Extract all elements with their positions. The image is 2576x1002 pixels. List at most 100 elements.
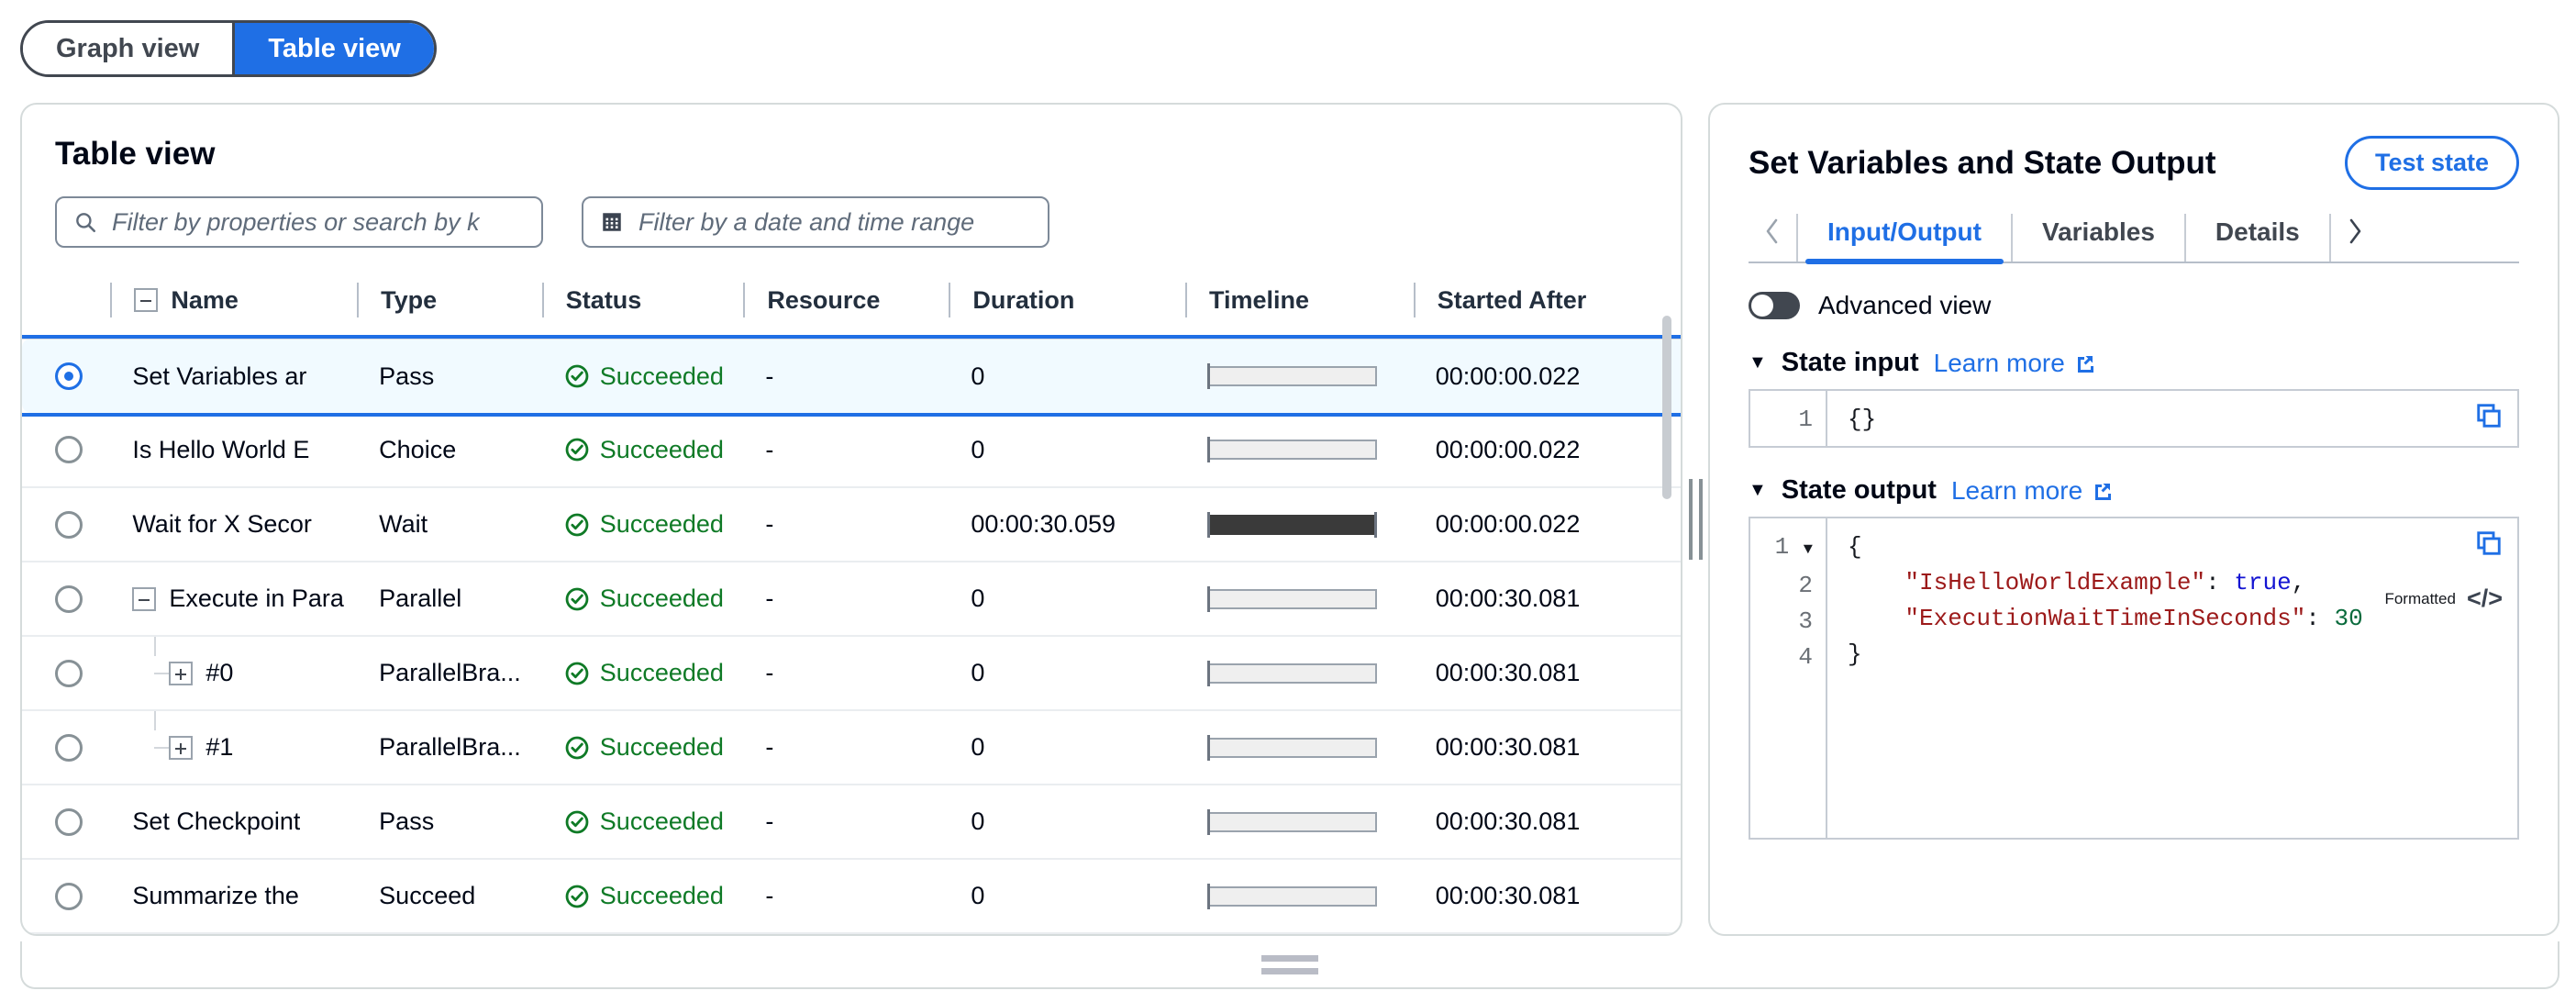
state-output-caret-icon[interactable]: ▼ xyxy=(1749,480,1767,501)
timeline-bar xyxy=(1207,660,1378,686)
status-label: Succeeded xyxy=(599,510,724,538)
row-name-cell: Wait for X Secor xyxy=(110,487,358,562)
tab-details[interactable]: Details xyxy=(2183,214,2331,262)
success-check-icon xyxy=(565,810,589,833)
copy-state-output-button[interactable] xyxy=(2475,529,2503,562)
date-range-filter[interactable]: Filter by a date and time range xyxy=(582,196,1049,248)
column-header-resource[interactable]: Resource xyxy=(743,273,949,340)
state-input-learn-more-link[interactable]: Learn more xyxy=(1934,349,2095,378)
panel-resize-handle[interactable] xyxy=(1682,103,1708,936)
row-select-cell[interactable] xyxy=(22,339,111,413)
column-header-duration[interactable]: Duration xyxy=(949,273,1186,340)
row-type-cell: Pass xyxy=(357,339,542,413)
column-label-resource: Resource xyxy=(767,285,881,314)
table-view-button[interactable]: Table view xyxy=(235,23,434,74)
state-output-learn-more-link[interactable]: Learn more xyxy=(1951,476,2113,506)
table-row[interactable]: Is Hello World E Choice Succeeded -0 00:00:0… xyxy=(22,413,1681,488)
tab-variables[interactable]: Variables xyxy=(2010,214,2184,262)
learn-more-label: Learn more xyxy=(1950,475,2083,505)
row-name-cell: Set Variables ar xyxy=(110,339,358,413)
tree-line xyxy=(154,636,157,656)
row-collapse-icon[interactable] xyxy=(132,586,157,611)
advanced-view-toggle[interactable] xyxy=(1749,292,1800,319)
row-radio-button[interactable] xyxy=(55,733,83,762)
filters-row: Filter by properties or search by k Filt… xyxy=(22,173,1681,248)
view-mode-toggle[interactable]: Graph view Table view xyxy=(20,20,437,77)
row-duration-cell: 0 xyxy=(949,859,1186,934)
state-input-code-box[interactable]: 1 {} xyxy=(1749,389,2519,448)
tabs-scroll-left-button[interactable] xyxy=(1749,214,1796,262)
row-name: #1 xyxy=(205,733,234,761)
row-radio-button[interactable] xyxy=(55,362,83,390)
test-state-button[interactable]: Test state xyxy=(2344,136,2519,190)
success-check-icon xyxy=(565,662,589,685)
row-resource-cell: - xyxy=(743,339,949,413)
row-radio-button[interactable] xyxy=(55,807,83,836)
state-output-code-box[interactable]: 1 ▼ 2 3 4 { "IsHelloWorldExample": true, "E… xyxy=(1749,517,2519,840)
row-timeline-cell xyxy=(1185,413,1414,488)
code-format-icon[interactable]: </> xyxy=(2467,584,2503,613)
execution-events-table: Name Type Status Resource Duration Timel… xyxy=(22,273,1681,934)
bottom-resize-grip-icon xyxy=(1261,954,1318,974)
tabs-scroll-right-button[interactable] xyxy=(2331,214,2379,262)
table-row[interactable]: Wait for X Secor Wait Succeeded -00:00:30.0… xyxy=(22,487,1681,562)
table-row[interactable]: Execute in Para Parallel Succeeded -0 00:00:… xyxy=(22,562,1681,637)
table-vertical-scrollbar[interactable] xyxy=(1662,316,1671,499)
row-select-cell[interactable] xyxy=(22,413,111,488)
row-duration-cell: 0 xyxy=(949,710,1186,785)
row-expand-icon[interactable] xyxy=(169,661,194,685)
column-header-timeline[interactable]: Timeline xyxy=(1185,273,1414,340)
row-select-cell[interactable] xyxy=(22,710,111,785)
column-header-started-after[interactable]: Started After xyxy=(1413,273,1681,340)
line-number: 2 xyxy=(1798,572,1813,599)
copy-state-input-button[interactable] xyxy=(2475,402,2503,434)
row-select-cell[interactable] xyxy=(22,636,111,711)
code-fold-icon[interactable]: ▼ xyxy=(1804,541,1813,559)
row-radio-button[interactable] xyxy=(55,510,83,539)
state-output-code[interactable]: { "IsHelloWorldExample": true, "Executio… xyxy=(1827,518,2517,838)
copy-icon xyxy=(2477,404,2501,428)
page-title: Table view xyxy=(55,136,216,172)
table-row[interactable]: Set Checkpoint Pass Succeeded -0 00:00:30.08… xyxy=(22,785,1681,860)
row-name-cell: #0 xyxy=(110,636,358,711)
state-name-title: Set Variables and State Output xyxy=(1749,144,2216,181)
row-select-cell[interactable] xyxy=(22,562,111,637)
chevron-left-icon xyxy=(1766,218,1778,244)
column-label-status: Status xyxy=(565,285,642,314)
column-header-name[interactable]: Name xyxy=(110,273,358,340)
column-header-status[interactable]: Status xyxy=(541,273,744,340)
graph-view-button[interactable]: Graph view xyxy=(23,23,236,74)
row-name: Set Checkpoint xyxy=(132,807,301,835)
column-header-type[interactable]: Type xyxy=(357,273,542,340)
table-row[interactable]: Set Variables ar Pass Succeeded -0 00:00:00.… xyxy=(22,335,1681,417)
formatted-label: Formatted xyxy=(2384,589,2456,607)
line-number: 1 ▼ xyxy=(1774,533,1813,561)
row-select-cell[interactable] xyxy=(22,859,111,934)
table-row[interactable]: Summarize the Succeed Succeeded -0 00:00:30.… xyxy=(22,859,1681,934)
row-radio-button[interactable] xyxy=(55,659,83,687)
row-radio-button[interactable] xyxy=(55,436,83,463)
tab-input-output[interactable]: Input/Output xyxy=(1796,214,2011,264)
row-timeline-cell xyxy=(1185,339,1414,413)
row-name-cell: Set Checkpoint xyxy=(110,785,358,860)
state-detail-panel: Set Variables and State Output Test stat… xyxy=(1708,103,2559,936)
collapse-all-icon[interactable] xyxy=(134,288,159,312)
state-input-code[interactable]: {} xyxy=(1827,391,2517,446)
row-name: Execute in Para xyxy=(169,584,344,612)
row-radio-button[interactable] xyxy=(55,882,83,910)
table-row[interactable]: #1 ParallelBra... Succeeded -0 00:00:30.081 xyxy=(22,710,1681,785)
row-status-cell: Succeeded xyxy=(541,339,744,413)
state-input-caret-icon[interactable]: ▼ xyxy=(1749,352,1767,373)
row-select-cell[interactable] xyxy=(22,487,111,562)
row-expand-icon[interactable] xyxy=(169,735,194,760)
search-placeholder: Filter by properties or search by k xyxy=(112,207,480,236)
search-input[interactable]: Filter by properties or search by k xyxy=(55,196,543,248)
external-link-icon xyxy=(2077,355,2093,373)
timeline-bar xyxy=(1207,437,1378,462)
row-duration-cell: 0 xyxy=(949,785,1186,860)
row-radio-button[interactable] xyxy=(55,584,83,613)
row-select-cell[interactable] xyxy=(22,785,111,860)
state-input-header: ▼ State input Learn more xyxy=(1738,320,2530,389)
bottom-resize-bar[interactable] xyxy=(20,941,2559,989)
table-row[interactable]: #0 ParallelBra... Succeeded -0 00:00:30.081 xyxy=(22,636,1681,711)
